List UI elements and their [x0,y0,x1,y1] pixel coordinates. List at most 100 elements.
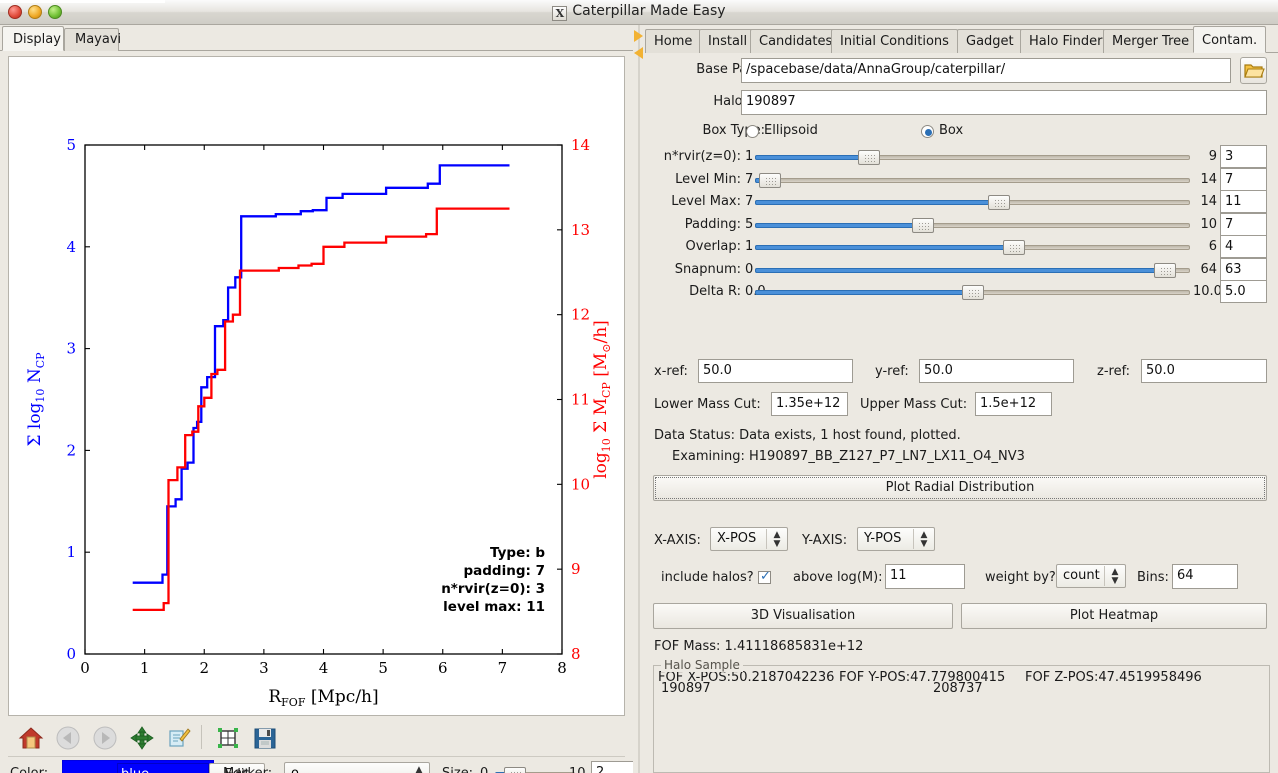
pan-icon[interactable] [127,723,157,753]
tab-install[interactable]: Install [699,29,757,53]
slider-5-value-input[interactable]: 63 [1220,257,1267,281]
size-slider-handle[interactable] [504,767,526,773]
lower-mass-cut-input[interactable]: 1.35e+12 [771,392,848,416]
slider-1-handle[interactable] [759,172,782,188]
slider-0-handle[interactable] [858,150,881,165]
slider-3-handle[interactable] [911,217,934,233]
halo-sample-item-0[interactable]: 190897 [661,681,711,696]
x-axis-spinner-arrows-icon[interactable]: ▲ ▼ [771,531,783,549]
chart-annotation-line: level max: 11 [443,599,545,615]
slider-4-min: 1 [745,239,754,254]
right-pane: Home Install Candidates Initial Conditio… [645,25,1278,773]
slider-6-handle[interactable] [961,285,984,300]
x-tick-label: 0 [80,659,90,677]
tab-gadget[interactable]: Gadget [957,29,1023,53]
splitter-expand-right-icon[interactable] [634,30,643,42]
folder-icon [1244,64,1265,78]
chart-annotation-line: padding: 7 [464,563,546,579]
y-right-tick-label: 14 [571,136,590,154]
slider-5-max: 64 [1200,261,1217,277]
slider-2-handle[interactable] [988,195,1011,210]
radial-distribution-chart: 0 1 2 3 4 5 6 7 8012345891011121314RFOF [Mpc/h]Σ… [25,136,613,709]
halo-id-input[interactable]: 190897 [741,90,1267,115]
color-picker[interactable]: blue Edit [62,760,265,773]
tab-mayavi-label: Mayavi [75,32,122,47]
base-path-input[interactable]: /spacebase/data/AnnaGroup/caterpillar/ [741,58,1231,83]
x-tick-label: 5 [378,659,388,677]
z-ref-input[interactable]: 50.0 [1141,359,1267,383]
series-0-line [132,164,510,584]
include-halos-label: include halos? [661,570,754,585]
tab-halo-finder[interactable]: Halo Finder [1020,29,1112,53]
window-title: X Caterpillar Made Easy [0,3,1278,21]
examining-text: Examining: H190897_BB_Z127_P7_LN7_LX11_O… [672,449,1025,464]
slider-3-value-input[interactable]: 7 [1220,212,1267,236]
marker-label: Marker: [223,766,272,773]
y-left-tick-label: 3 [66,340,76,358]
splitter-expand-left-icon[interactable] [634,47,643,59]
browse-folder-button[interactable] [1240,57,1267,84]
slider-0-value-input[interactable]: 3 [1220,145,1267,168]
tab-initial-conditions[interactable]: Initial Conditions [831,29,958,53]
x-axis-label: X-AXIS: [654,533,701,548]
tab-display[interactable]: Display [2,26,64,51]
x-tick-label: 8 [557,659,567,677]
slider-6-value-input[interactable]: 5.0 [1220,280,1267,303]
marker-select[interactable]: o ▲▼ [284,762,430,773]
y-right-tick-label: 13 [571,221,590,239]
slider-2-value-input[interactable]: 11 [1220,190,1267,213]
halo-sample-item-1[interactable]: 208737 [933,681,983,696]
slider-4-value-input[interactable]: 4 [1220,235,1267,258]
slider-1-max: 14 [1200,171,1217,187]
weight-by-spinner-arrows-icon[interactable]: ▲ ▼ [1109,568,1121,586]
x-ref-label: x-ref: [654,364,688,379]
weight-by-select[interactable]: count ▲ ▼ [1056,564,1126,588]
upper-mass-cut-input[interactable]: 1.5e+12 [975,392,1052,416]
slider-5-handle[interactable] [1153,262,1176,278]
pane-splitter[interactable] [633,25,645,773]
save-icon[interactable] [250,723,280,753]
tab-merger-tree[interactable]: Merger Tree [1103,29,1199,53]
slider-1-value-input[interactable]: 7 [1220,167,1267,191]
plot-style-row: Color: blue Edit Marker: o ▲▼ Size: 0 10… [10,760,639,773]
weight-by-label: weight by? [985,570,1056,585]
size-input[interactable]: 2 [591,761,639,773]
x-tick-label: 6 [438,659,448,677]
tab-mayavi[interactable]: Mayavi [64,28,122,51]
subplot-config-icon[interactable] [213,723,243,753]
include-halos-checkbox[interactable]: ✓ [758,570,771,584]
y-right-tick-label: 8 [571,645,581,663]
above-logm-input[interactable]: 11 [885,564,965,589]
x-ref-input[interactable]: 50.0 [698,359,853,383]
toolbar-separator [201,725,202,749]
slider-1-track[interactable] [755,177,1190,183]
zoom-rect-icon[interactable] [164,723,194,753]
slider-4-label: Overlap: [685,239,741,254]
x-axis-select[interactable]: X-POS ▲ ▼ [710,527,788,551]
bins-input[interactable]: 64 [1172,564,1238,589]
y-ref-input[interactable]: 50.0 [919,359,1074,383]
y-axis-select[interactable]: Y-POS ▲ ▼ [857,527,935,551]
tab-home[interactable]: Home [645,29,702,53]
plot-canvas[interactable]: 0 1 2 3 4 5 6 7 8 0 1 2 3 4 5 8 9 10 11 12 13 14 RFOF [Mpc/h] Σ… [8,56,625,716]
radio-box[interactable] [921,125,934,138]
color-swatch[interactable]: blue [117,763,209,773]
forward-arrow-icon[interactable] [90,723,120,753]
marker-spinner-arrows-icon[interactable]: ▲▼ [413,766,425,773]
back-arrow-icon[interactable] [53,723,83,753]
slider-4-handle[interactable] [1002,240,1025,255]
plot-radial-distribution-button[interactable]: Plot Radial Distribution [653,475,1267,501]
size-max-label: 10 [569,766,586,773]
radio-ellipsoid[interactable] [746,125,759,138]
home-icon[interactable] [16,723,46,753]
plot-heatmap-button[interactable]: Plot Heatmap [961,603,1267,629]
y-axis-spinner-arrows-icon[interactable]: ▲ ▼ [918,531,930,549]
matplotlib-toolbar [8,719,625,757]
size-min-label: 0 [480,766,488,773]
tab-contam[interactable]: Contam. [1193,26,1267,53]
y-left-tick-label: 1 [66,543,76,561]
slider-3-label: Padding: [684,216,741,232]
tab-candidates[interactable]: Candidates [750,29,842,53]
3d-visualisation-button[interactable]: 3D Visualisation [653,603,953,629]
application-window: X Caterpillar Made Easy Display Mayavi 0 1… [0,0,1278,773]
